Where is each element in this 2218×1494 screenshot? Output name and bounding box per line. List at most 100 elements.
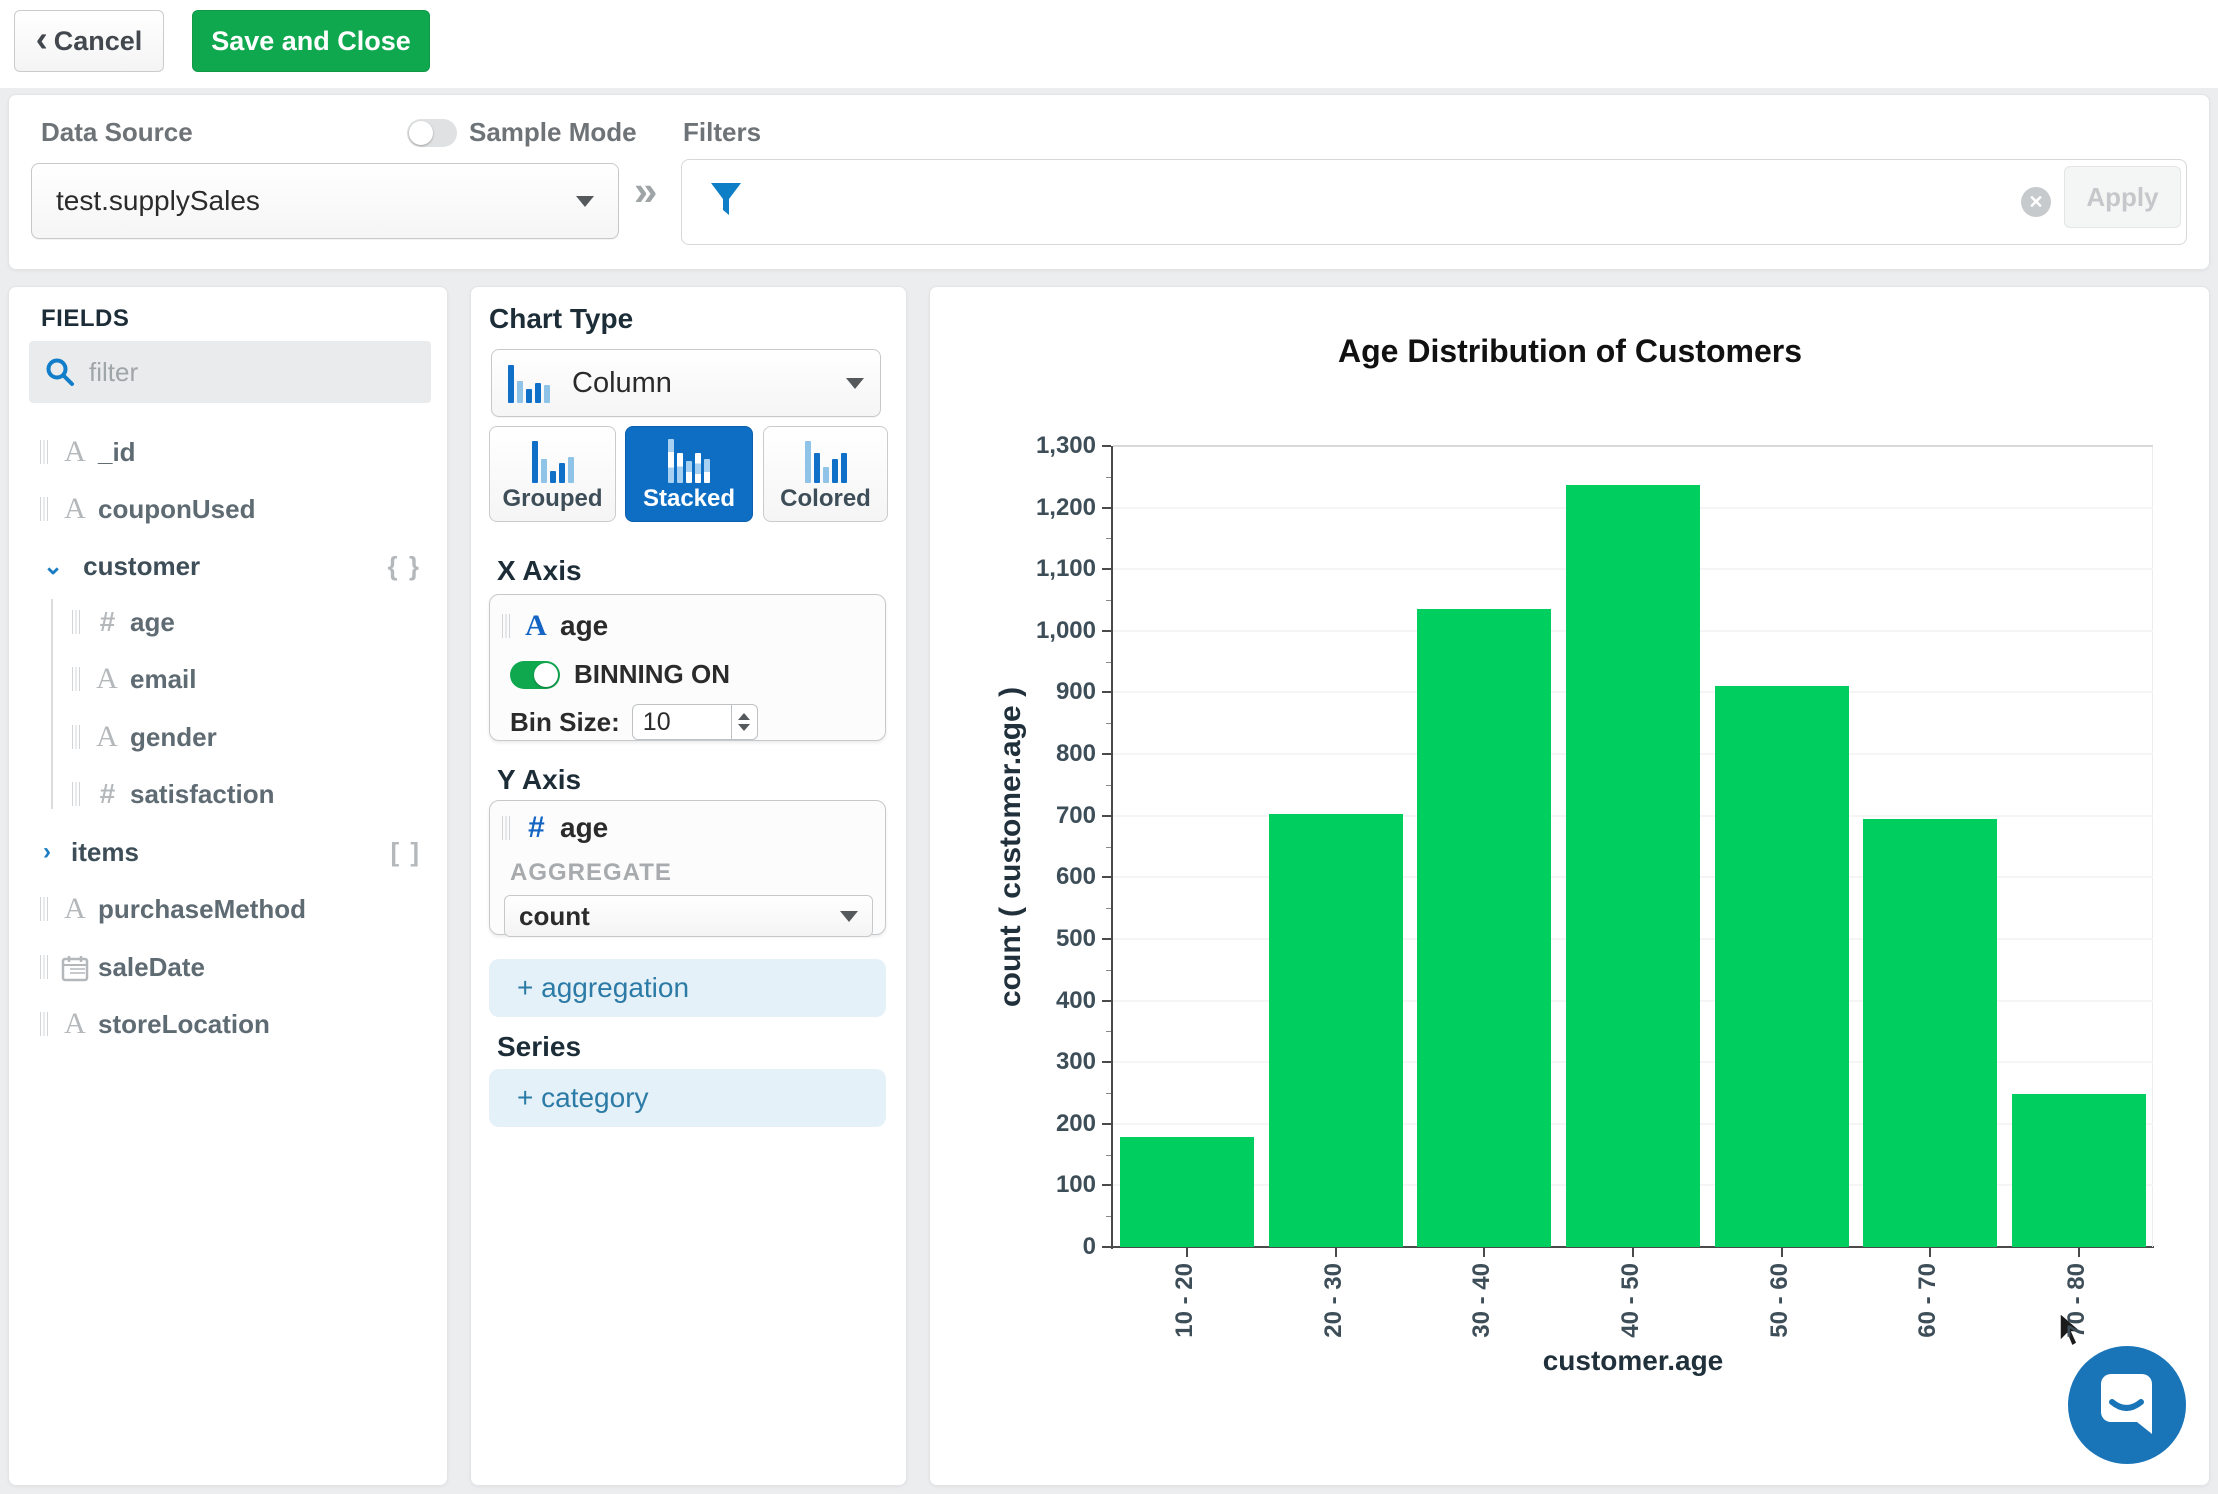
string-type-icon: A	[96, 662, 118, 695]
top-toolbar: ‹ Cancel Save and Close	[0, 0, 2218, 88]
collapse-chevrons-icon[interactable]: »	[634, 167, 657, 215]
x-tick-label: 40 - 50	[1617, 1263, 1644, 1338]
bar-30-40	[1417, 608, 1552, 1247]
x-axis-field-card[interactable]: A age BINNING ON Bin Size: 10	[489, 594, 886, 741]
field-label: saleDate	[98, 951, 205, 982]
save-and-close-button[interactable]: Save and Close	[192, 10, 430, 72]
bar-10-20	[1120, 1137, 1255, 1247]
binning-toggle[interactable]	[510, 660, 560, 689]
field-row-items[interactable]: › items [ ]	[9, 833, 449, 871]
variant-stacked-button[interactable]: Stacked	[625, 426, 753, 522]
field-row-customer-age[interactable]: # age	[9, 603, 449, 641]
bar-20-30	[1268, 814, 1403, 1247]
column-chart-icon	[508, 363, 550, 403]
field-filter-input[interactable]: filter	[29, 341, 431, 403]
field-row-customer-gender[interactable]: A gender	[9, 718, 449, 756]
data-source-select[interactable]: test.supplySales	[31, 163, 619, 239]
drag-handle-icon	[72, 667, 80, 691]
string-type-icon: A	[64, 492, 86, 525]
field-filter-placeholder: filter	[89, 356, 139, 387]
field-row-customer-satisfaction[interactable]: # satisfaction	[9, 775, 449, 813]
y-minor-tick-mark	[1106, 1031, 1111, 1033]
number-type-icon: #	[99, 778, 115, 809]
sample-mode-toggle[interactable]	[407, 119, 457, 147]
chart-type-value: Column	[572, 366, 672, 399]
y-tick-mark	[1102, 691, 1111, 694]
aggregate-select[interactable]: count	[504, 895, 873, 937]
y-minor-tick-mark	[1106, 908, 1111, 910]
field-label: couponUsed	[98, 493, 256, 524]
chart-type-select[interactable]: Column	[491, 349, 881, 417]
y-tick-label: 900	[1055, 678, 1096, 706]
grouped-bars-icon	[531, 439, 574, 483]
drag-handle-icon	[40, 955, 48, 979]
chevron-right-icon[interactable]: ›	[43, 838, 51, 866]
x-tick-mark	[1929, 1248, 1932, 1257]
x-tick-mark	[1632, 1248, 1634, 1257]
y-axis-line	[1111, 446, 1113, 1249]
colored-bars-icon	[804, 439, 847, 483]
y-tick-label: 1,300	[1035, 432, 1096, 459]
variant-colored-button[interactable]: Colored	[763, 426, 888, 522]
drag-handle-icon	[40, 440, 48, 464]
chat-launcher-button[interactable]	[2068, 1346, 2186, 1464]
string-type-icon: A	[64, 1007, 86, 1040]
step-down-icon[interactable]	[738, 724, 751, 731]
field-row-couponused[interactable]: A couponUsed	[9, 490, 449, 528]
field-label: satisfaction	[130, 778, 275, 809]
field-row-id[interactable]: A _id	[9, 433, 449, 471]
drag-handle-icon	[40, 497, 48, 521]
cancel-button[interactable]: ‹ Cancel	[14, 10, 164, 72]
y-tick-mark	[1102, 1061, 1111, 1064]
string-type-icon: A	[64, 892, 86, 925]
y-minor-tick-mark	[1106, 476, 1111, 478]
y-minor-tick-mark	[1106, 784, 1111, 786]
step-up-icon[interactable]	[738, 713, 751, 720]
field-label: customer	[83, 550, 201, 581]
x-tick-mark	[1186, 1248, 1189, 1257]
add-category-label: + category	[517, 1082, 649, 1113]
y-tick-mark	[1102, 1122, 1111, 1125]
string-type-icon: A	[64, 435, 86, 468]
y-minor-tick-mark	[1106, 846, 1111, 848]
y-tick-label: 600	[1055, 863, 1096, 891]
y-minor-tick-mark	[1106, 1092, 1111, 1094]
bin-size-stepper[interactable]: 10	[631, 704, 758, 740]
add-category-button[interactable]: + category	[489, 1069, 886, 1127]
variant-label: Stacked	[642, 485, 736, 512]
variant-grouped-button[interactable]: Grouped	[489, 426, 616, 522]
drag-handle-icon	[40, 897, 48, 921]
x-axis-label: X Axis	[497, 555, 582, 586]
apply-button[interactable]: Apply	[2064, 166, 2181, 228]
variant-label: Grouped	[502, 485, 603, 512]
field-row-customer[interactable]: ⌄ customer { }	[9, 547, 449, 585]
x-tick-label: 30 - 40	[1468, 1263, 1496, 1338]
clear-filter-icon[interactable]: ✕	[2021, 187, 2051, 217]
field-row-storelocation[interactable]: A storeLocation	[9, 1005, 449, 1043]
chart-type-label: Chart Type	[489, 303, 634, 334]
data-source-value: test.supplySales	[56, 185, 260, 216]
add-aggregation-button[interactable]: + aggregation	[489, 959, 886, 1017]
chart-preview-panel: Age Distribution of Customers count ( cu…	[929, 286, 2210, 1486]
x-axis-field-name: age	[560, 610, 609, 641]
plot-right-border	[2152, 446, 2153, 1247]
y-tick-mark	[1102, 876, 1111, 879]
filters-label: Filters	[683, 117, 762, 147]
field-row-purchasemethod[interactable]: A purchaseMethod	[9, 890, 449, 928]
x-tick-label: 50 - 60	[1765, 1263, 1793, 1338]
bin-size-label: Bin Size:	[510, 706, 620, 737]
y-minor-tick-mark	[1106, 600, 1111, 602]
stepper-arrows[interactable]	[730, 705, 757, 739]
chevron-down-icon	[840, 910, 858, 922]
x-tick-mark	[1483, 1248, 1486, 1257]
chevron-down-icon[interactable]: ⌄	[43, 552, 63, 581]
field-row-customer-email[interactable]: A email	[9, 660, 449, 698]
y-tick-label: 1,100	[1035, 555, 1096, 583]
filter-input[interactable]	[681, 159, 2187, 245]
search-icon	[46, 358, 74, 386]
data-source-label: Data Source	[41, 117, 193, 147]
y-axis-field-card[interactable]: # age AGGREGATE count	[489, 800, 886, 937]
x-axis-title: customer.age	[1542, 1345, 1724, 1376]
chevron-down-icon	[846, 377, 864, 389]
field-row-saledate[interactable]: saleDate	[9, 948, 449, 986]
